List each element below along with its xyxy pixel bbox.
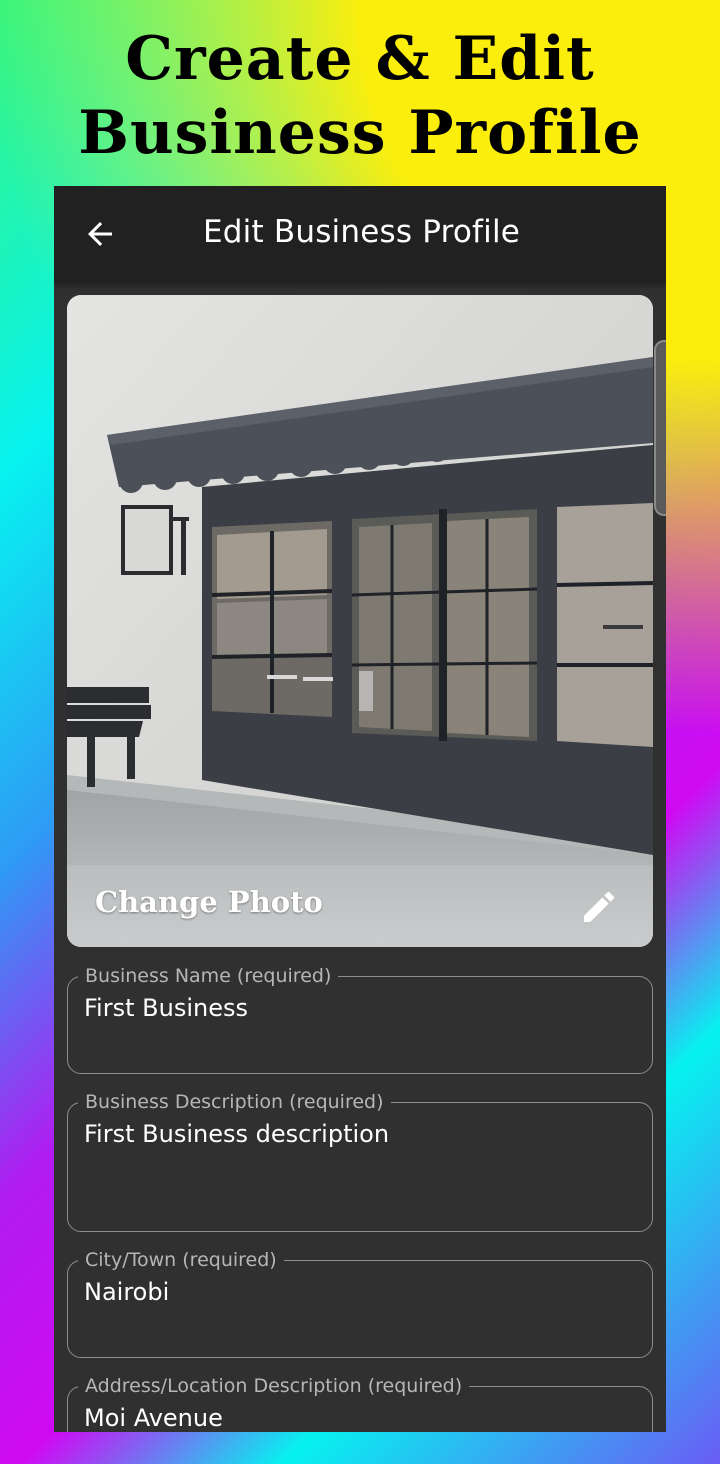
address-location-label: Address/Location Description (required) — [78, 1375, 470, 1397]
page-title: Edit Business Profile — [203, 214, 521, 250]
address-location-value[interactable]: Moi Avenue — [84, 1404, 223, 1432]
address-location-field[interactable]: Address/Location Description (required) … — [67, 1375, 653, 1432]
business-name-value[interactable]: First Business — [84, 994, 248, 1022]
business-description-field[interactable]: Business Description (required) First Bu… — [67, 1091, 653, 1232]
change-photo-bar[interactable]: Change Photo — [67, 865, 653, 947]
business-description-value[interactable]: First Business description — [84, 1120, 389, 1148]
side-scroll-handle[interactable] — [654, 340, 666, 516]
business-photo[interactable]: Change Photo — [67, 295, 653, 947]
phone-screen: Edit Business Profile Change Photo Busin… — [54, 186, 666, 1432]
app-bar: Edit Business Profile — [54, 186, 666, 282]
business-name-label: Business Name (required) — [78, 965, 339, 987]
pencil-icon[interactable] — [579, 887, 619, 927]
change-photo-label: Change Photo — [95, 885, 323, 919]
city-town-field[interactable]: City/Town (required) Nairobi — [67, 1249, 653, 1358]
back-button[interactable] — [76, 210, 124, 258]
promo-title-line-2: Business Profile — [78, 98, 642, 168]
business-name-field[interactable]: Business Name (required) First Business — [67, 965, 653, 1074]
business-description-label: Business Description (required) — [78, 1091, 391, 1113]
arrow-back-icon — [88, 222, 112, 246]
promo-title: Create & Edit Business Profile — [0, 22, 720, 170]
city-town-label: City/Town (required) — [78, 1249, 284, 1271]
city-town-value[interactable]: Nairobi — [84, 1278, 169, 1306]
promo-title-line-1: Create & Edit — [125, 24, 595, 94]
storefront-image — [67, 295, 653, 947]
